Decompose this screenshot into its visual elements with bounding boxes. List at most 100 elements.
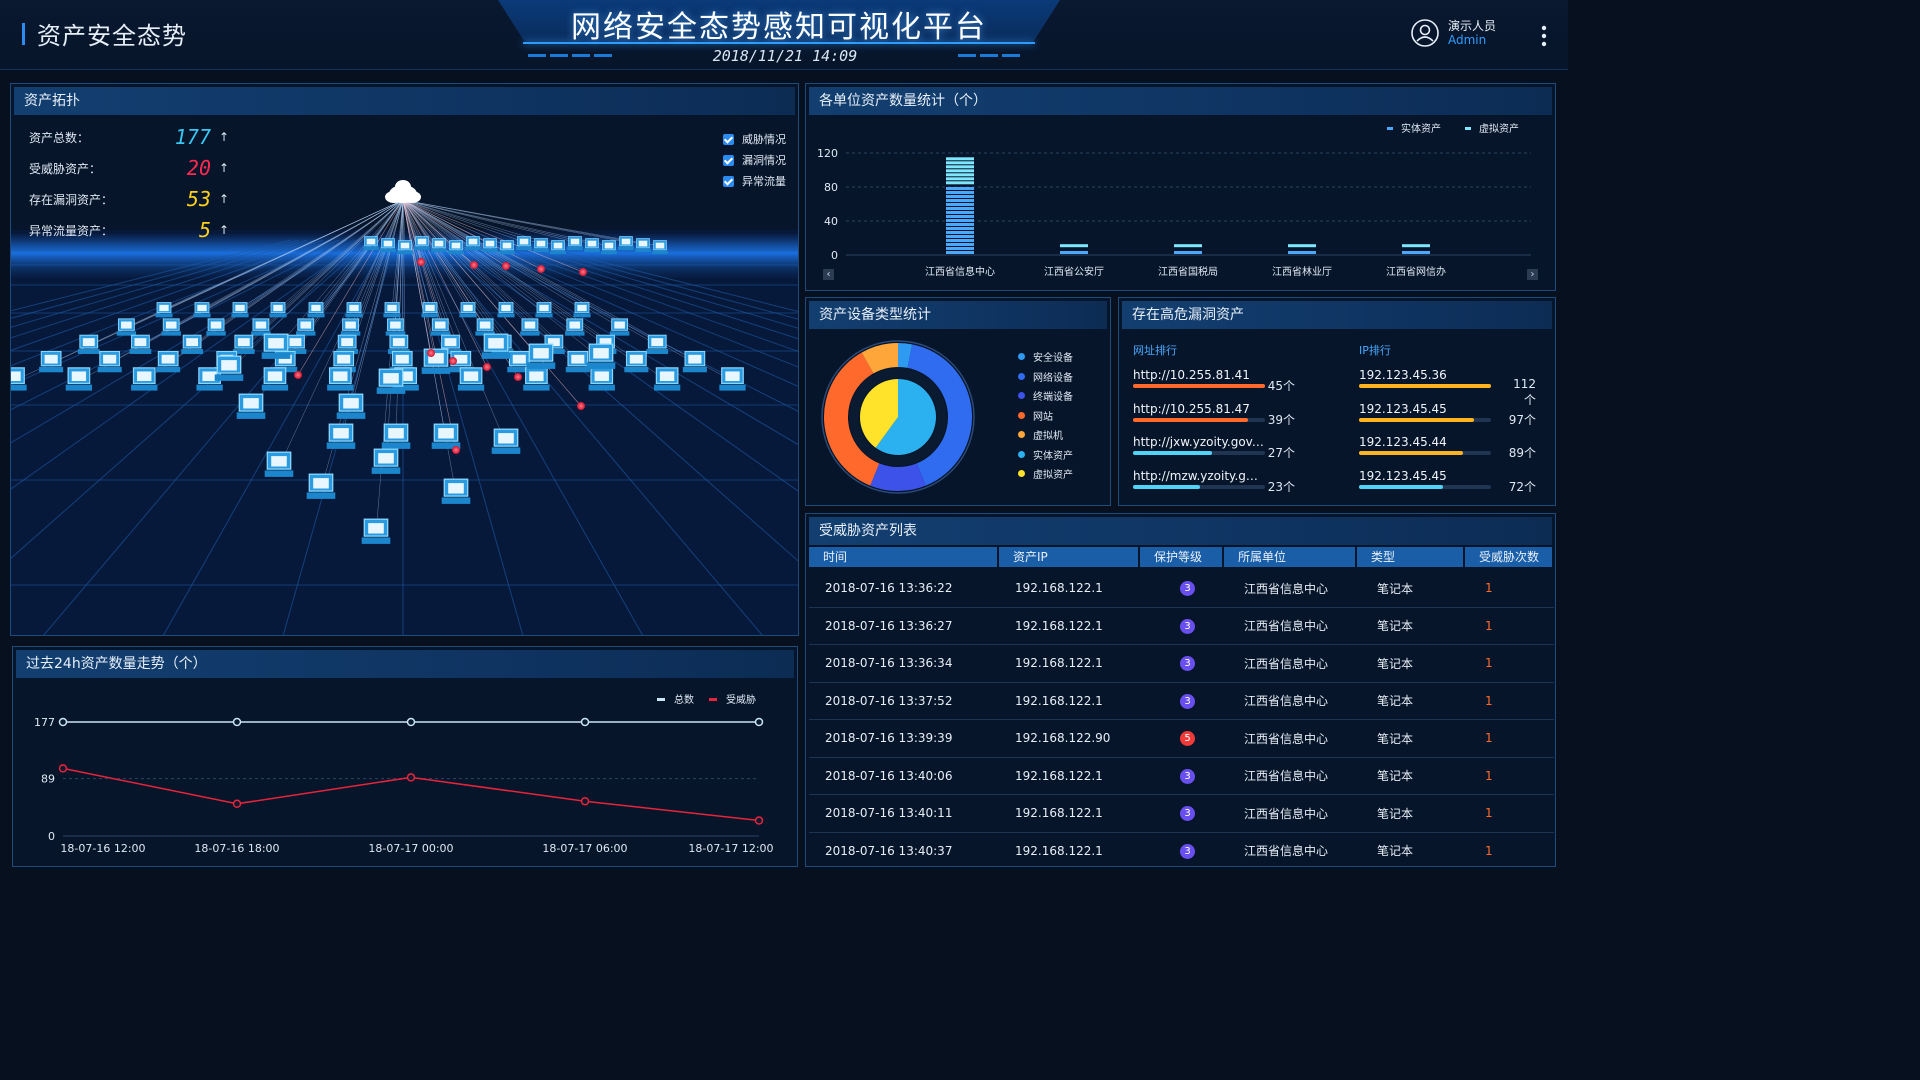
computer-node-icon[interactable]: [573, 302, 591, 318]
computer-node-icon[interactable]: [414, 236, 430, 251]
computer-node-icon[interactable]: [520, 318, 540, 336]
pie-slice[interactable]: [870, 463, 926, 491]
legend-item[interactable]: 实体资产: [1018, 445, 1073, 465]
legend-item[interactable]: 终端设备: [1018, 386, 1073, 406]
computer-node-icon[interactable]: [609, 318, 630, 336]
bar[interactable]: [946, 187, 974, 254]
legend-item[interactable]: 虚拟机: [1018, 425, 1073, 445]
table-row[interactable]: 2018-07-16 13:39:39 192.168.122.90 5 江西省信息中…: [809, 720, 1554, 758]
computer-node-icon[interactable]: [65, 367, 93, 391]
computer-node-icon[interactable]: [326, 423, 356, 449]
computer-node-icon[interactable]: [397, 240, 413, 255]
threat-node-icon[interactable]: [470, 261, 478, 269]
computer-node-icon[interactable]: [586, 343, 616, 369]
computer-node-icon[interactable]: [261, 333, 291, 359]
computer-node-icon[interactable]: [448, 240, 464, 255]
computer-node-icon[interactable]: [516, 236, 532, 251]
computer-node-icon[interactable]: [340, 318, 361, 336]
computer-node-icon[interactable]: [376, 368, 406, 394]
computer-node-icon[interactable]: [635, 238, 651, 253]
threat-node-icon[interactable]: [417, 258, 425, 266]
computer-node-icon[interactable]: [11, 367, 27, 391]
computer-node-icon[interactable]: [601, 240, 617, 255]
computer-node-icon[interactable]: [565, 318, 585, 336]
computer-node-icon[interactable]: [336, 393, 366, 419]
computer-node-icon[interactable]: [155, 302, 173, 318]
device-type-donut-chart[interactable]: [816, 335, 986, 505]
computer-node-icon[interactable]: [361, 518, 391, 544]
table-row[interactable]: 2018-07-16 13:40:11 192.168.122.1 3 江西省信息中心…: [809, 795, 1554, 833]
user-avatar-icon[interactable]: [1410, 18, 1440, 48]
data-point[interactable]: [58, 717, 68, 727]
computer-node-icon[interactable]: [261, 367, 289, 391]
bar[interactable]: [1402, 251, 1430, 254]
filter-threat-checkbox[interactable]: 威胁情况: [723, 131, 786, 147]
threat-node-icon[interactable]: [577, 402, 585, 410]
computer-node-icon[interactable]: [475, 318, 495, 336]
computer-node-icon[interactable]: [646, 334, 669, 354]
data-point[interactable]: [58, 764, 68, 773]
computer-node-icon[interactable]: [327, 367, 354, 391]
computer-node-icon[interactable]: [459, 302, 477, 318]
computer-node-icon[interactable]: [533, 238, 549, 253]
computer-node-icon[interactable]: [306, 473, 336, 499]
computer-node-icon[interactable]: [491, 428, 521, 454]
computer-node-icon[interactable]: [131, 367, 158, 391]
data-point[interactable]: [406, 717, 416, 727]
legend-item[interactable]: 安全设备: [1018, 347, 1073, 367]
cloud-icon[interactable]: [385, 180, 421, 203]
bar[interactable]: [1402, 244, 1430, 248]
chart-next-button[interactable]: ›: [1527, 269, 1538, 280]
computer-node-icon[interactable]: [624, 350, 649, 373]
computer-node-icon[interactable]: [441, 478, 471, 504]
data-point[interactable]: [754, 717, 764, 727]
computer-node-icon[interactable]: [682, 350, 707, 373]
vuln-rank-item[interactable]: 192.123.45.36: [1359, 368, 1491, 388]
filter-traffic-checkbox[interactable]: 异常流量: [723, 173, 786, 189]
data-point[interactable]: [754, 816, 764, 825]
col-header-type[interactable]: 类型: [1357, 547, 1463, 567]
computer-node-icon[interactable]: [430, 318, 450, 336]
vuln-rank-item[interactable]: http://10.255.81.47: [1133, 402, 1265, 422]
computer-node-icon[interactable]: [421, 302, 439, 318]
threat-node-icon[interactable]: [514, 373, 522, 381]
table-row[interactable]: 2018-07-16 13:40:37 192.168.122.1 3 江西省信息中心…: [809, 833, 1554, 867]
col-header-ip[interactable]: 资产IP: [999, 547, 1138, 567]
computer-node-icon[interactable]: [584, 238, 600, 253]
vuln-rank-item[interactable]: 192.123.45.45: [1359, 402, 1491, 422]
computer-node-icon[interactable]: [129, 334, 152, 354]
computer-node-icon[interactable]: [380, 238, 396, 253]
computer-node-icon[interactable]: [371, 448, 401, 474]
threat-node-icon[interactable]: [502, 262, 510, 270]
computer-node-icon[interactable]: [565, 350, 590, 373]
threat-node-icon[interactable]: [483, 363, 491, 371]
computer-node-icon[interactable]: [431, 423, 461, 449]
col-header-count[interactable]: 受威胁次数: [1465, 547, 1552, 567]
computer-node-icon[interactable]: [381, 423, 411, 449]
computer-node-icon[interactable]: [482, 238, 498, 253]
table-row[interactable]: 2018-07-16 13:36:22 192.168.122.1 3 江西省信息中心…: [809, 570, 1554, 608]
computer-node-icon[interactable]: [567, 236, 583, 251]
threat-node-icon[interactable]: [449, 357, 457, 365]
computer-node-icon[interactable]: [457, 367, 485, 391]
computer-node-icon[interactable]: [296, 318, 316, 336]
computer-node-icon[interactable]: [97, 350, 122, 373]
computer-node-icon[interactable]: [383, 302, 401, 318]
computer-node-icon[interactable]: [588, 367, 615, 391]
computer-node-icon[interactable]: [526, 343, 556, 369]
data-point[interactable]: [580, 796, 590, 806]
computer-node-icon[interactable]: [618, 236, 634, 251]
unit-asset-bar-chart[interactable]: 0 40 80 120 江西省信息中心 江西省公安厅 江西省国税局 江西省林业厅 江西省网信办 实…: [806, 115, 1555, 290]
computer-node-icon[interactable]: [481, 333, 511, 359]
bar[interactable]: [1060, 251, 1088, 254]
legend-item[interactable]: 网站: [1018, 406, 1073, 426]
computer-node-icon[interactable]: [497, 302, 515, 318]
computer-node-icon[interactable]: [719, 367, 746, 391]
computer-node-icon[interactable]: [181, 334, 203, 354]
more-options-icon[interactable]: [1538, 24, 1550, 48]
table-row[interactable]: 2018-07-16 13:36:27 192.168.122.1 3 江西省信息中心…: [809, 608, 1554, 645]
computer-node-icon[interactable]: [535, 302, 553, 318]
computer-node-icon[interactable]: [236, 393, 266, 419]
threat-node-icon[interactable]: [579, 268, 587, 276]
computer-node-icon[interactable]: [206, 318, 226, 336]
